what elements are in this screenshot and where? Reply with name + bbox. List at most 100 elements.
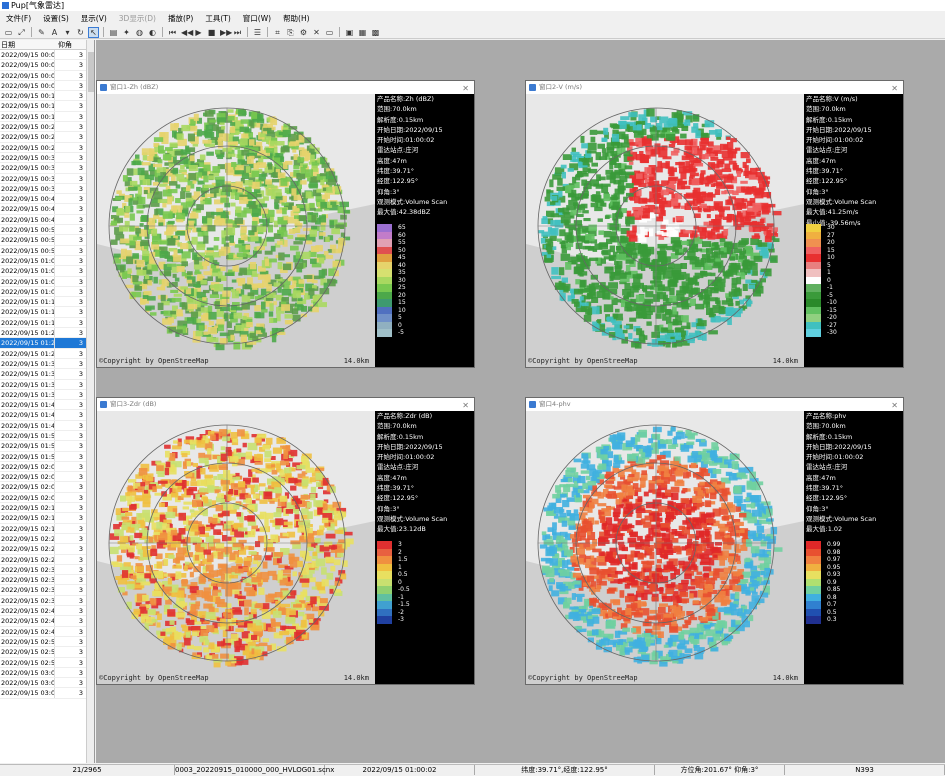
radar-map[interactable]: ©Copyright by OpenStreeMap14.0km bbox=[97, 94, 375, 367]
list-item[interactable]: 2022/09/15 00:093 bbox=[0, 81, 87, 91]
close-all-icon[interactable]: ✕ bbox=[312, 28, 321, 37]
play-icon[interactable]: ▶ bbox=[194, 28, 203, 37]
stop-icon[interactable]: ■ bbox=[207, 28, 216, 37]
list-item[interactable]: 2022/09/15 02:213 bbox=[0, 534, 87, 544]
list-item[interactable]: 2022/09/15 01:333 bbox=[0, 369, 87, 379]
list-item[interactable]: 2022/09/15 00:573 bbox=[0, 246, 87, 256]
scrollbar-thumb[interactable] bbox=[88, 52, 94, 92]
list-scrollbar[interactable] bbox=[86, 40, 94, 763]
save-icon[interactable]: ▣ bbox=[345, 28, 354, 37]
export-icon[interactable]: ⎘ bbox=[286, 28, 295, 37]
window-title-bar[interactable]: 窗口2-V (m/s)✕ bbox=[526, 81, 903, 94]
menu-item-4[interactable]: 播放(P) bbox=[168, 13, 193, 25]
list-item[interactable]: 2022/09/15 02:183 bbox=[0, 524, 87, 534]
list-item[interactable]: 2022/09/15 01:273 bbox=[0, 349, 87, 359]
window-title-bar[interactable]: 窗口3-Zdr (dB)✕ bbox=[97, 398, 474, 411]
list-item[interactable]: 2022/09/15 01:573 bbox=[0, 452, 87, 462]
list-item[interactable]: 2022/09/15 00:123 bbox=[0, 91, 87, 101]
list-item[interactable]: 2022/09/15 02:093 bbox=[0, 493, 87, 503]
list-item[interactable]: 2022/09/15 01:003 bbox=[0, 256, 87, 266]
list-item[interactable]: 2022/09/15 03:003 bbox=[0, 668, 87, 678]
menu-item-1[interactable]: 设置(S) bbox=[43, 13, 69, 25]
next-frame-icon[interactable]: ▶▶ bbox=[220, 28, 229, 37]
list-item[interactable]: 2022/09/15 02:573 bbox=[0, 658, 87, 668]
list-item[interactable]: 2022/09/15 02:243 bbox=[0, 544, 87, 554]
pen-icon[interactable]: ✎ bbox=[37, 28, 46, 37]
list-item[interactable]: 2022/09/15 00:033 bbox=[0, 60, 87, 70]
list-item[interactable]: 2022/09/15 00:393 bbox=[0, 184, 87, 194]
menu-item-0[interactable]: 文件(F) bbox=[6, 13, 31, 25]
list-item[interactable]: 2022/09/15 01:393 bbox=[0, 390, 87, 400]
list-item[interactable]: 2022/09/15 01:153 bbox=[0, 307, 87, 317]
list-item[interactable]: 2022/09/15 02:453 bbox=[0, 616, 87, 626]
list-item[interactable]: 2022/09/15 01:513 bbox=[0, 431, 87, 441]
list-item[interactable]: 2022/09/15 03:063 bbox=[0, 688, 87, 698]
list-item[interactable]: 2022/09/15 00:543 bbox=[0, 235, 87, 245]
list-item[interactable]: 2022/09/15 01:093 bbox=[0, 287, 87, 297]
list-item[interactable]: 2022/09/15 02:303 bbox=[0, 565, 87, 575]
list-item[interactable]: 2022/09/15 02:393 bbox=[0, 596, 87, 606]
radar-map[interactable]: ©Copyright by OpenStreeMap14.0km bbox=[526, 94, 804, 367]
list-item[interactable]: 2022/09/15 03:033 bbox=[0, 678, 87, 688]
list-item[interactable]: 2022/09/15 02:543 bbox=[0, 647, 87, 657]
grid-icon[interactable]: ▦ bbox=[358, 28, 367, 37]
list-item[interactable]: 2022/09/15 01:183 bbox=[0, 318, 87, 328]
list-item[interactable]: 2022/09/15 00:303 bbox=[0, 153, 87, 163]
list-item[interactable]: 2022/09/15 01:033 bbox=[0, 266, 87, 276]
tile-icon[interactable]: ▩ bbox=[371, 28, 380, 37]
paint-icon[interactable]: ◍ bbox=[135, 28, 144, 37]
radar-window-3[interactable]: 窗口3-Zdr (dB)✕©Copyright by OpenStreeMap1… bbox=[96, 397, 475, 685]
first-frame-icon[interactable]: ⏮ bbox=[168, 28, 177, 37]
list-item[interactable]: 2022/09/15 00:513 bbox=[0, 225, 87, 235]
list-item[interactable]: 2022/09/15 01:123 bbox=[0, 297, 87, 307]
list-item[interactable]: 2022/09/15 01:213 bbox=[0, 328, 87, 338]
list-item[interactable]: 2022/09/15 02:033 bbox=[0, 472, 87, 482]
menu-item-5[interactable]: 工具(T) bbox=[205, 13, 230, 25]
window-title-bar[interactable]: 窗口4-phv✕ bbox=[526, 398, 903, 411]
date-column-header[interactable]: 日期 bbox=[0, 40, 55, 49]
radar-window-2[interactable]: 窗口2-V (m/s)✕©Copyright by OpenStreeMap14… bbox=[525, 80, 904, 368]
list-item[interactable]: 2022/09/15 02:333 bbox=[0, 575, 87, 585]
last-frame-icon[interactable]: ⏭ bbox=[233, 28, 242, 37]
list-item[interactable]: 2022/09/15 01:423 bbox=[0, 400, 87, 410]
menu-item-3[interactable]: 3D显示(D) bbox=[119, 13, 156, 25]
layout-icon[interactable]: ☰ bbox=[253, 28, 262, 37]
window-title-bar[interactable]: 窗口1-Zh (dBZ)✕ bbox=[97, 81, 474, 94]
elevation-column-header[interactable]: 仰角 bbox=[55, 40, 86, 49]
list-item[interactable]: 2022/09/15 00:333 bbox=[0, 163, 87, 173]
list-item[interactable]: 2022/09/15 00:243 bbox=[0, 132, 87, 142]
text-icon[interactable]: A bbox=[50, 28, 59, 37]
prev-frame-icon[interactable]: ◀◀ bbox=[181, 28, 190, 37]
radar-map[interactable]: ©Copyright by OpenStreeMap14.0km bbox=[526, 411, 804, 684]
list-item[interactable]: 2022/09/15 00:153 bbox=[0, 101, 87, 111]
radar-window-4[interactable]: 窗口4-phv✕©Copyright by OpenStreeMap14.0km… bbox=[525, 397, 904, 685]
list-item[interactable]: 2022/09/15 01:483 bbox=[0, 421, 87, 431]
list-item[interactable]: 2022/09/15 00:423 bbox=[0, 194, 87, 204]
menu-item-6[interactable]: 窗口(W) bbox=[243, 13, 271, 25]
list-item[interactable]: 2022/09/15 02:363 bbox=[0, 585, 87, 595]
list-item[interactable]: 2022/09/15 02:273 bbox=[0, 555, 87, 565]
menu-item-7[interactable]: 帮助(H) bbox=[283, 13, 310, 25]
list-item[interactable]: 2022/09/15 00:063 bbox=[0, 71, 87, 81]
layer-icon[interactable]: ▤ bbox=[109, 28, 118, 37]
list-item[interactable]: 2022/09/15 00:183 bbox=[0, 112, 87, 122]
radar-map[interactable]: ©Copyright by OpenStreeMap14.0km bbox=[97, 411, 375, 684]
menu-item-2[interactable]: 显示(V) bbox=[81, 13, 107, 25]
list-item[interactable]: 2022/09/15 01:063 bbox=[0, 277, 87, 287]
list-item[interactable]: 2022/09/15 00:363 bbox=[0, 174, 87, 184]
list-item[interactable]: 2022/09/15 02:423 bbox=[0, 606, 87, 616]
radar-window-1[interactable]: 窗口1-Zh (dBZ)✕©Copyright by OpenStreeMap1… bbox=[96, 80, 475, 368]
list-item[interactable]: 2022/09/15 00:213 bbox=[0, 122, 87, 132]
list-item[interactable]: 2022/09/15 02:063 bbox=[0, 482, 87, 492]
magic-icon[interactable]: ✦ bbox=[122, 28, 131, 37]
list-item[interactable]: 2022/09/15 00:273 bbox=[0, 143, 87, 153]
list-item[interactable]: 2022/09/15 01:243 bbox=[0, 338, 87, 348]
list-item[interactable]: 2022/09/15 01:543 bbox=[0, 441, 87, 451]
pointer-icon[interactable]: ↖ bbox=[89, 28, 98, 37]
window-icon[interactable]: ▭ bbox=[325, 28, 334, 37]
list-item[interactable]: 2022/09/15 02:153 bbox=[0, 513, 87, 523]
list-item[interactable]: 2022/09/15 02:513 bbox=[0, 637, 87, 647]
list-item[interactable]: 2022/09/15 01:453 bbox=[0, 410, 87, 420]
list-item[interactable]: 2022/09/15 01:363 bbox=[0, 380, 87, 390]
list-item[interactable]: 2022/09/15 02:123 bbox=[0, 503, 87, 513]
